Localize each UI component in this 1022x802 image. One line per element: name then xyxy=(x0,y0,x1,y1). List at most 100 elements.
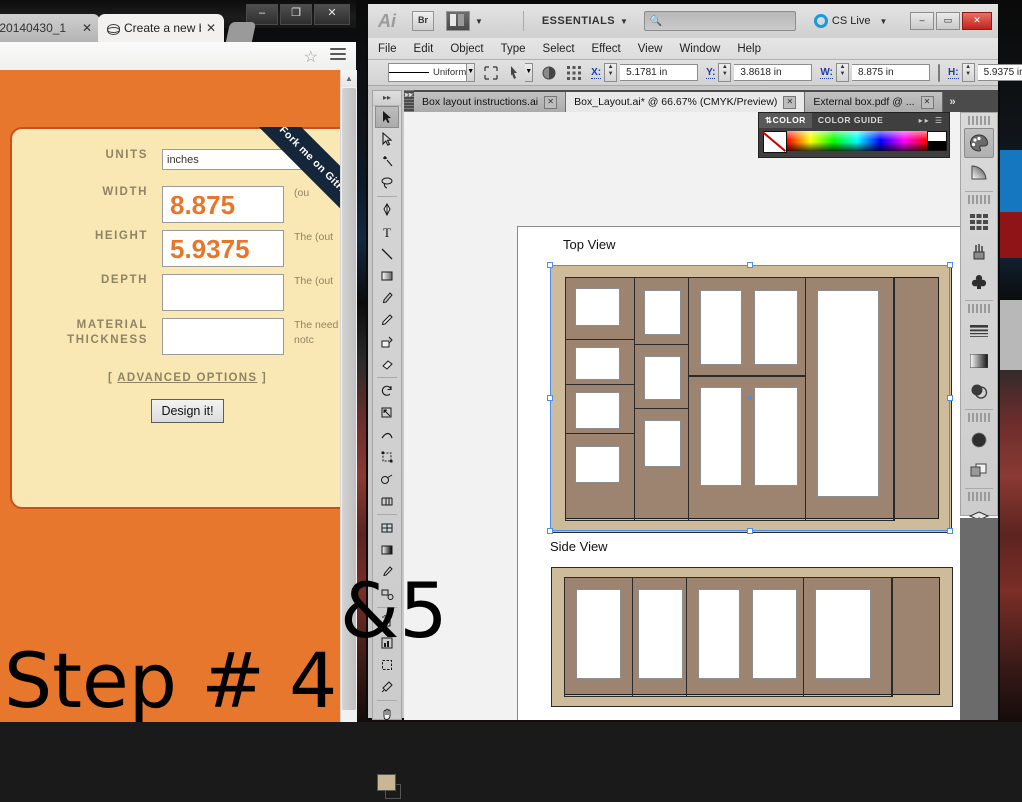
opacity-icon[interactable] xyxy=(540,64,558,82)
direct-selection-tool[interactable] xyxy=(373,128,401,150)
pen-tool[interactable] xyxy=(373,199,401,221)
appearance-icon[interactable] xyxy=(961,425,997,455)
right-dock-grip-5[interactable] xyxy=(968,492,990,501)
shape-builder-tool[interactable] xyxy=(373,468,401,490)
selection-handle-bl[interactable] xyxy=(547,528,553,534)
graphic-styles-icon[interactable] xyxy=(961,455,997,485)
doc-tabs-overflow-icon[interactable]: » xyxy=(943,92,963,112)
free-transform-tool[interactable] xyxy=(373,446,401,468)
slice-tool[interactable] xyxy=(373,676,401,698)
stroke-icon[interactable] xyxy=(961,316,997,346)
magic-wand-tool[interactable] xyxy=(373,150,401,172)
doc-tab-2[interactable]: External box.pdf @ ... ✕ xyxy=(805,92,943,112)
transparency-icon[interactable] xyxy=(961,376,997,406)
advanced-options-link[interactable]: ADVANCED OPTIONS xyxy=(117,372,257,384)
doc-tabs-expand-icon[interactable]: ▸▸ xyxy=(404,90,414,112)
new-tab-button[interactable] xyxy=(225,22,257,42)
x-value-input[interactable]: 5.1781 in xyxy=(620,64,699,81)
menu-window[interactable]: Window xyxy=(679,43,720,55)
doc-tab-1[interactable]: Box_Layout.ai* @ 66.67% (CMYK/Preview) ✕ xyxy=(566,92,806,112)
menu-edit[interactable]: Edit xyxy=(414,43,434,55)
right-dock-grip[interactable] xyxy=(968,116,990,125)
menu-type[interactable]: Type xyxy=(501,43,526,55)
design-it-button[interactable]: Design it! xyxy=(151,399,224,423)
mesh-tool[interactable] xyxy=(373,517,401,539)
right-dock-grip-2[interactable] xyxy=(968,195,990,204)
constrain-proportions-icon[interactable] xyxy=(938,63,940,82)
right-dock-grip-3[interactable] xyxy=(968,304,990,313)
rectangle-tool[interactable] xyxy=(373,265,401,287)
material-thickness-input[interactable] xyxy=(162,318,284,355)
swatches-icon[interactable] xyxy=(961,207,997,237)
scroll-up-arrow-icon[interactable]: ▲ xyxy=(341,70,357,87)
eraser-tool[interactable] xyxy=(373,353,401,375)
selection-handle-tl[interactable] xyxy=(547,262,553,268)
doc-tab-0[interactable]: Box layout instructions.ai ✕ xyxy=(414,92,567,112)
side-view-inner-panel[interactable] xyxy=(564,577,940,697)
depth-input[interactable] xyxy=(162,274,284,311)
line-segment-tool[interactable] xyxy=(373,243,401,265)
github-ribbon[interactable]: Fork me on GitHub xyxy=(226,127,340,265)
color-white-black-swatch[interactable] xyxy=(927,131,947,151)
ai-minimize-button[interactable]: – xyxy=(910,12,934,30)
fill-swatch[interactable] xyxy=(377,774,396,791)
x-stepper[interactable]: ▲ ▼ xyxy=(604,63,618,82)
illustrator-canvas[interactable]: Top View Side View xyxy=(404,112,998,720)
workspace-chevron-down-icon[interactable]: ▼ xyxy=(620,17,628,26)
cslive-chevron-down-icon[interactable]: ▼ xyxy=(879,17,887,26)
width-tool[interactable] xyxy=(373,424,401,446)
tools-panel-grip[interactable]: ▸▸ xyxy=(373,91,401,106)
browser-tab-1-close-icon[interactable]: ✕ xyxy=(206,21,216,35)
browser-tab-1[interactable]: Create a new bo ✕ xyxy=(98,14,224,42)
stroke-profile-chevron-down-icon[interactable]: ▼ xyxy=(467,63,476,82)
w-stepper[interactable]: ▲ ▼ xyxy=(836,63,849,82)
menu-view[interactable]: View xyxy=(638,43,663,55)
color-panel-icon[interactable] xyxy=(964,128,994,158)
y-stepper[interactable]: ▲ ▼ xyxy=(718,63,732,82)
browser-tab-0-close-icon[interactable]: ✕ xyxy=(82,21,92,35)
align-icon[interactable] xyxy=(507,64,525,82)
menu-effect[interactable]: Effect xyxy=(592,43,621,55)
symbols-icon[interactable] xyxy=(961,267,997,297)
color-tab[interactable]: ⇅COLOR xyxy=(759,113,812,128)
zoom-tool[interactable] xyxy=(373,725,401,747)
help-search-input[interactable]: 🔍 xyxy=(643,11,796,31)
color-guide-tab[interactable]: COLOR GUIDE xyxy=(812,113,889,128)
bounding-box-icon[interactable] xyxy=(565,64,583,82)
menu-help[interactable]: Help xyxy=(737,43,761,55)
menu-object[interactable]: Object xyxy=(450,43,483,55)
selection-handle-tc[interactable] xyxy=(747,262,753,268)
selection-handle-ml[interactable] xyxy=(547,395,553,401)
h-value-input[interactable]: 5.9375 in xyxy=(977,64,1022,81)
bookmark-star-icon[interactable]: ☆ xyxy=(304,47,318,67)
workspace-label[interactable]: ESSENTIALS xyxy=(542,15,615,27)
doc-tab-1-close-icon[interactable]: ✕ xyxy=(783,95,797,109)
transform-icon[interactable] xyxy=(482,64,500,82)
rotate-tool[interactable] xyxy=(373,380,401,402)
browser-tab-0[interactable]: ox_20140430_1 ✕ xyxy=(0,14,100,42)
doc-tab-2-close-icon[interactable]: ✕ xyxy=(920,95,934,109)
selection-handle-tr[interactable] xyxy=(947,262,953,268)
top-view-inner-panel[interactable] xyxy=(565,277,939,521)
color-spectrum-ramp[interactable] xyxy=(787,131,927,151)
fill-stroke-swatches[interactable] xyxy=(373,772,401,802)
scale-tool[interactable] xyxy=(373,402,401,424)
h-stepper[interactable]: ▲ ▼ xyxy=(961,63,975,82)
selection-handle-mr[interactable] xyxy=(947,395,953,401)
selection-handle-br[interactable] xyxy=(947,528,953,534)
right-dock-grip-4[interactable] xyxy=(968,413,990,422)
color-none-swatch[interactable] xyxy=(763,131,787,153)
align-chevron-down-icon[interactable]: ▼ xyxy=(525,63,534,82)
arrange-documents-icon[interactable] xyxy=(446,11,470,31)
brushes-icon[interactable] xyxy=(961,237,997,267)
blob-brush-tool[interactable] xyxy=(373,331,401,353)
ai-close-button[interactable]: ✕ xyxy=(962,12,992,30)
cslive-button[interactable]: CS Live ▼ xyxy=(813,14,887,28)
selection-handle-bc[interactable] xyxy=(747,528,753,534)
lasso-tool[interactable] xyxy=(373,172,401,194)
artboard-tool[interactable] xyxy=(373,654,401,676)
type-tool[interactable]: T xyxy=(373,221,401,243)
doc-tab-0-close-icon[interactable]: ✕ xyxy=(544,95,558,109)
selection-tool[interactable] xyxy=(375,106,399,128)
pencil-tool[interactable] xyxy=(373,309,401,331)
